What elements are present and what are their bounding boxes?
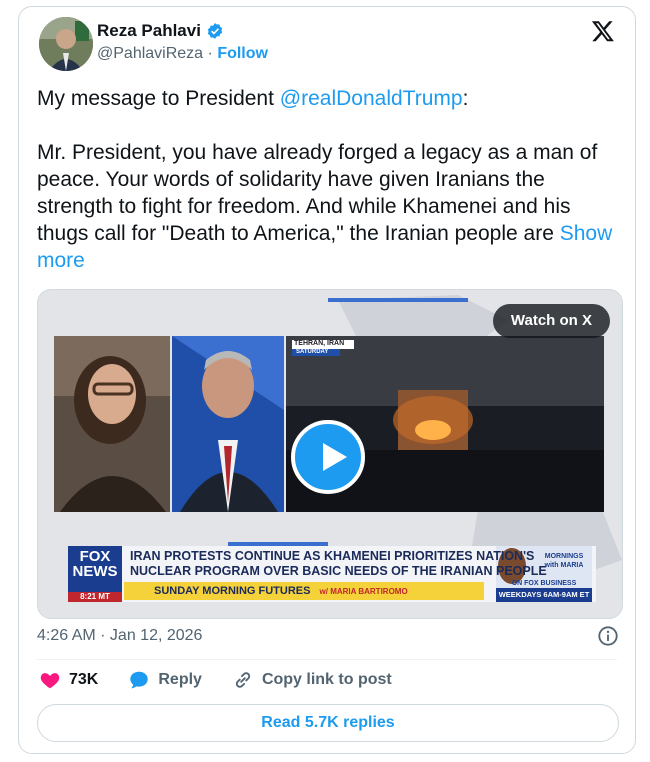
promo-time: WEEKDAYS 6AM-9AM ET <box>498 590 590 599</box>
watch-on-x-button[interactable]: Watch on X <box>492 304 610 338</box>
verified-badge-icon <box>207 23 223 39</box>
author-name[interactable]: Reza Pahlavi <box>97 21 201 41</box>
post-line-1: My message to President @realDonaldTrump… <box>37 85 622 112</box>
mention-link[interactable]: @realDonaldTrump <box>280 87 463 110</box>
action-bar: 73K Reply Copy link to post <box>39 669 392 691</box>
network-logo: FOX NEWS <box>70 549 120 579</box>
avatar[interactable] <box>39 17 93 71</box>
like-count: 73K <box>69 671 99 688</box>
heart-icon <box>40 673 60 689</box>
copy-link-label: Copy link to post <box>261 671 392 688</box>
x-logo-icon[interactable] <box>591 19 615 43</box>
separator: · <box>207 45 213 62</box>
post-card: Reza Pahlavi @PahlaviReza · Follow My me… <box>18 6 636 754</box>
author-name-row[interactable]: Reza Pahlavi <box>97 21 224 41</box>
post-body-text: Mr. President, you have already forged a… <box>37 141 598 245</box>
read-replies-button[interactable]: Read 5.7K replies <box>37 704 619 742</box>
network-logo-line1: FOX <box>79 548 111 565</box>
headline: IRAN PROTESTS CONTINUE AS KHAMENEI PRIOR… <box>130 549 547 579</box>
clock: 8:21 MT <box>80 592 110 601</box>
day-tag: SATURDAY <box>296 349 329 355</box>
video-player[interactable]: TEHRAN, IRAN SATURDAY FOX NEWS 8:21 MT I… <box>37 289 623 619</box>
post-body: Mr. President, you have already forged a… <box>37 139 622 274</box>
play-icon[interactable] <box>291 420 365 494</box>
promo-network: ON FOX BUSINESS <box>511 580 577 587</box>
timestamp[interactable]: 4:26 AM · Jan 12, 2026 <box>37 627 202 645</box>
reply-label: Reply <box>158 671 202 688</box>
handle-row: @PahlaviReza · Follow <box>97 45 268 63</box>
promo-line2: with MARIA <box>544 562 584 569</box>
link-icon <box>235 672 251 688</box>
like-button[interactable]: 73K <box>39 669 98 691</box>
show-name: SUNDAY MORNING FUTURES <box>154 585 311 597</box>
post-text: My message to President @realDonaldTrump… <box>37 85 622 274</box>
post-text-suffix: : <box>462 87 469 110</box>
info-icon[interactable] <box>597 625 619 647</box>
copy-link-button[interactable]: Copy link to post <box>232 669 392 691</box>
reply-button[interactable]: Reply <box>128 669 202 691</box>
network-logo-line2: NEWS <box>72 563 118 580</box>
headline-line2: NUCLEAR PROGRAM OVER BASIC NEEDS OF THE … <box>130 564 547 578</box>
promo-title: MORNINGS with MARIA <box>536 552 592 570</box>
show-name-row: SUNDAY MORNING FUTURES w/ MARIA BARTIROM… <box>154 585 408 597</box>
divider <box>37 659 617 660</box>
follow-button[interactable]: Follow <box>217 45 268 62</box>
post-text-prefix: My message to President <box>37 87 280 110</box>
location-tag: TEHRAN, IRAN <box>294 340 345 347</box>
host-name: w/ MARIA BARTIROMO <box>319 587 408 596</box>
author-handle[interactable]: @PahlaviReza <box>97 45 203 62</box>
reply-bubble-icon <box>130 671 149 689</box>
promo-line1: MORNINGS <box>544 553 584 560</box>
headline-line1: IRAN PROTESTS CONTINUE AS KHAMENEI PRIOR… <box>130 549 535 563</box>
